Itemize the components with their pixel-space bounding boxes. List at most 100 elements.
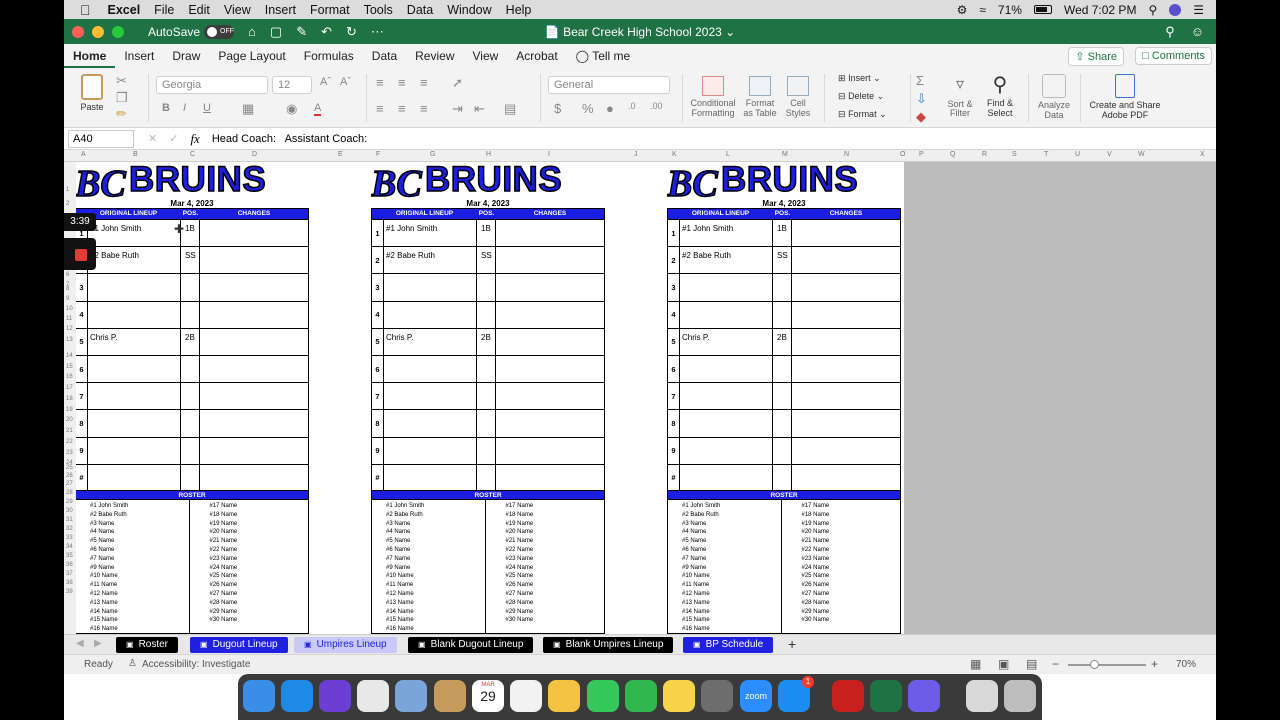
paste-button[interactable]: Paste: [74, 74, 110, 113]
player-name-cell[interactable]: [88, 410, 181, 437]
lineup-row[interactable]: 3: [372, 273, 604, 301]
position-cell[interactable]: SS: [477, 247, 496, 274]
zoom-level[interactable]: 70%: [1176, 659, 1196, 670]
roster-entry[interactable]: #5 Name: [386, 537, 485, 546]
roster-entry[interactable]: #29 Name: [506, 608, 605, 617]
column-header[interactable]: A: [81, 151, 86, 158]
downloads-icon[interactable]: [966, 680, 998, 712]
align-right-icon[interactable]: ≡: [420, 101, 428, 116]
changes-cell[interactable]: [200, 465, 308, 491]
position-cell[interactable]: [477, 410, 496, 437]
insert-cells-button[interactable]: ⊞ Insert ⌄: [838, 73, 881, 84]
column-header[interactable]: V: [1107, 151, 1112, 158]
menu-window[interactable]: Window: [440, 3, 498, 17]
enter-icon[interactable]: ✓: [169, 132, 178, 145]
position-cell[interactable]: 2B: [773, 328, 792, 355]
settings-gear-icon[interactable]: ⚙: [957, 3, 968, 17]
row-header[interactable]: 35: [66, 553, 73, 559]
format-cells-button[interactable]: ⊟ Format ⌄: [838, 109, 887, 120]
function-icon[interactable]: fx: [190, 131, 199, 147]
player-name-cell[interactable]: [384, 383, 477, 410]
row-header[interactable]: 31: [66, 517, 73, 523]
roster-entry[interactable]: #27 Name: [506, 590, 605, 599]
comma-icon[interactable]: ●: [606, 101, 614, 116]
row-header[interactable]: 19: [66, 407, 73, 413]
position-cell[interactable]: [773, 274, 792, 301]
klack-icon[interactable]: [908, 680, 940, 712]
position-cell[interactable]: [181, 383, 200, 410]
sort-filter-button[interactable]: ▿ Sort & Filter: [942, 76, 978, 119]
position-cell[interactable]: [181, 301, 200, 328]
row-header[interactable]: 6: [66, 272, 69, 278]
row-header[interactable]: 11: [66, 316, 72, 322]
roster-entry[interactable]: #17 Name: [506, 502, 605, 511]
position-cell[interactable]: [181, 274, 200, 301]
roster-entry[interactable]: #7 Name: [90, 555, 189, 564]
changes-cell[interactable]: [200, 383, 308, 409]
roster-entry[interactable]: #26 Name: [210, 581, 309, 590]
lineup-row[interactable]: 6: [668, 354, 900, 383]
row-header[interactable]: 33: [66, 535, 73, 541]
scroll-tabs-left-icon[interactable]: ◀: [76, 638, 84, 649]
roster-entry[interactable]: #4 Name: [90, 528, 189, 537]
roster-entry[interactable]: #14 Name: [386, 608, 485, 617]
minimize-window-icon[interactable]: [92, 25, 104, 38]
analyze-data-button[interactable]: Analyze Data: [1034, 74, 1074, 121]
worksheet-grid[interactable]: BC BRUINS Mar 4, 2023 ORIGINAL LINEUP POS. CH…: [76, 162, 904, 634]
calendar-icon[interactable]: MAR 29: [472, 680, 504, 712]
row-header[interactable]: 16: [66, 374, 73, 380]
conditional-formatting-button[interactable]: Conditional Formatting: [688, 76, 738, 119]
roster-entry[interactable]: #10 Name: [90, 572, 189, 581]
tab-page-layout[interactable]: Page Layout: [209, 49, 294, 63]
row-header[interactable]: 22: [66, 439, 73, 445]
changes-cell[interactable]: [200, 438, 308, 464]
autosave-toggle[interactable]: OFF: [204, 24, 235, 39]
roster-entry[interactable]: #21 Name: [506, 537, 605, 546]
roster-entry[interactable]: #22 Name: [802, 546, 901, 555]
lineup-row[interactable]: 4: [668, 300, 900, 328]
siri-icon[interactable]: [319, 680, 351, 712]
roster-entry[interactable]: #26 Name: [506, 581, 605, 590]
roster-entry[interactable]: #25 Name: [506, 572, 605, 581]
tab-acrobat[interactable]: Acrobat: [507, 49, 566, 63]
save-icon[interactable]: ▢: [270, 24, 282, 40]
font-name-select[interactable]: Georgia: [156, 76, 268, 94]
menu-app-name[interactable]: Excel: [101, 3, 148, 17]
roster-entry[interactable]: #11 Name: [386, 581, 485, 590]
player-name-cell[interactable]: [384, 301, 477, 328]
roster-entry[interactable]: #15 Name: [90, 616, 189, 625]
lineup-row[interactable]: 9: [76, 436, 308, 464]
player-name-cell[interactable]: [680, 274, 773, 301]
player-name-cell[interactable]: Chris P.: [680, 328, 773, 355]
lineup-row[interactable]: 3: [668, 273, 900, 301]
apple-icon[interactable]: : [64, 2, 101, 18]
roster-entry[interactable]: #28 Name: [802, 599, 901, 608]
calculator-icon[interactable]: [701, 680, 733, 712]
menu-format[interactable]: Format: [303, 3, 357, 17]
roster-entry[interactable]: #27 Name: [802, 590, 901, 599]
zoom-icon[interactable]: zoom: [740, 680, 772, 712]
tab-home[interactable]: Home: [64, 49, 116, 68]
changes-cell[interactable]: [496, 247, 604, 273]
changes-cell[interactable]: [496, 410, 604, 436]
changes-cell[interactable]: [792, 438, 900, 464]
player-name-cell[interactable]: [384, 464, 477, 491]
player-name-cell[interactable]: #1 John Smith: [88, 220, 181, 247]
changes-cell[interactable]: [792, 247, 900, 273]
lineup-row[interactable]: 5 Chris P. 2B: [668, 327, 900, 355]
sheet-tab[interactable]: ▣ Dugout Lineup: [190, 637, 288, 653]
row-header[interactable]: 36: [66, 562, 73, 568]
row-header[interactable]: 30: [66, 508, 73, 514]
decrease-font-icon[interactable]: Aˇ: [340, 76, 351, 88]
lineup-row[interactable]: 6: [372, 354, 604, 383]
chrome-icon[interactable]: [357, 680, 389, 712]
italic-icon[interactable]: I: [183, 102, 186, 114]
column-header[interactable]: U: [1075, 151, 1080, 158]
position-cell[interactable]: [181, 437, 200, 464]
changes-cell[interactable]: [496, 274, 604, 300]
facetime-icon[interactable]: [625, 680, 657, 712]
position-cell[interactable]: [477, 301, 496, 328]
position-cell[interactable]: [773, 464, 792, 491]
player-name-cell[interactable]: [88, 464, 181, 491]
menu-data[interactable]: Data: [400, 3, 440, 17]
